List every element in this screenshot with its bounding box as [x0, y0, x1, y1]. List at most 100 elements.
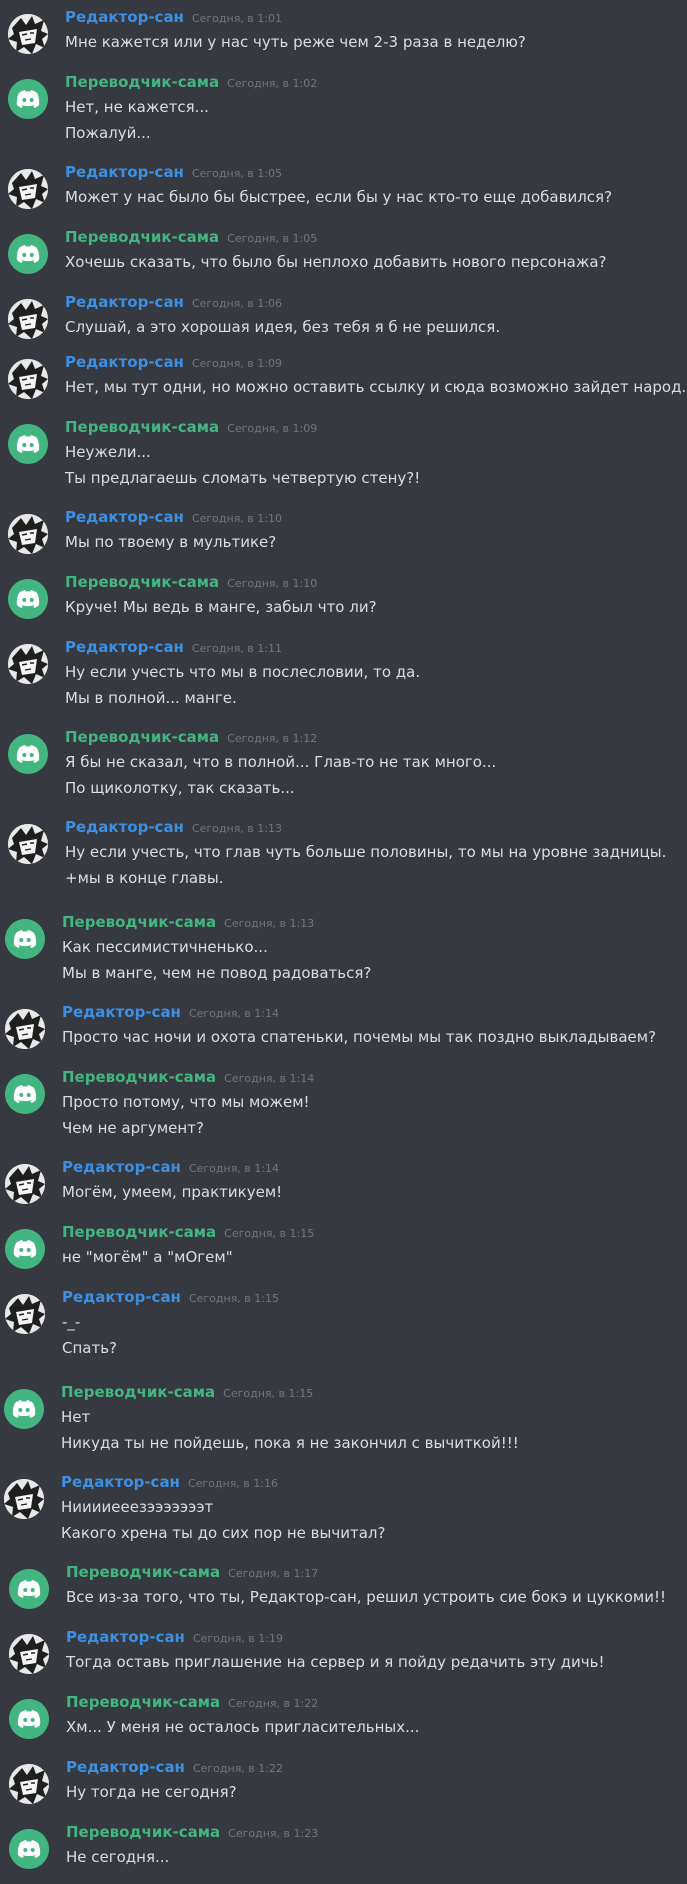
avatar-editor[interactable] [8, 514, 48, 554]
author-name[interactable]: Переводчик-сама [65, 418, 219, 436]
avatar-translator[interactable] [8, 79, 48, 119]
author-name[interactable]: Редактор-сан [65, 293, 184, 311]
avatar-translator[interactable] [5, 1229, 45, 1269]
author-name[interactable]: Переводчик-сама [66, 1563, 220, 1581]
avatar-translator[interactable] [8, 579, 48, 619]
timestamp: Сегодня, в 1:11 [191, 642, 282, 655]
author-name[interactable]: Переводчик-сама [62, 1223, 216, 1241]
message-header: Редактор-сан Сегодня, в 1:01 [65, 7, 282, 26]
avatar-editor[interactable] [5, 1164, 45, 1204]
author-name[interactable]: Переводчик-сама [66, 1693, 220, 1711]
message: Переводчик-сама Сегодня, в 1:23 Не сегодня… [0, 1820, 687, 1876]
author-name[interactable]: Переводчик-сама [62, 913, 216, 931]
avatar-editor[interactable] [8, 299, 48, 339]
avatar-translator[interactable] [5, 1074, 45, 1114]
message-header: Редактор-сан Сегодня, в 1:05 [65, 162, 282, 181]
discord-logo-icon [9, 1699, 49, 1739]
author-name[interactable]: Переводчик-сама [65, 228, 219, 246]
message-text: не "могём" а "мОгем" [62, 1248, 233, 1266]
avatar-editor[interactable] [8, 644, 48, 684]
manga-character-avatar-icon [8, 359, 48, 399]
message-text: Ну если учесть что мы в послесловии, то … [65, 663, 421, 681]
message-text: Все из-за того, что ты, Редактор-сан, ре… [66, 1588, 667, 1606]
author-name[interactable]: Переводчик-сама [61, 1383, 215, 1401]
avatar-editor[interactable] [9, 1764, 49, 1804]
avatar-translator[interactable] [9, 1829, 49, 1869]
message: Переводчик-сама Сегодня, в 1:02 Нет, не ка… [0, 70, 687, 150]
avatar-translator[interactable] [9, 1699, 49, 1739]
message-text: Может у нас было бы быстрее, если бы у н… [65, 188, 613, 206]
message-text: Неужели... [65, 443, 151, 461]
author-name[interactable]: Переводчик-сама [65, 728, 219, 746]
timestamp: Сегодня, в 1:12 [227, 732, 318, 745]
message: Редактор-сан Сегодня, в 1:14 Могём, умеем,… [0, 1155, 687, 1211]
avatar-translator[interactable] [8, 424, 48, 464]
message-text: Хочешь сказать, что было бы неплохо доба… [65, 253, 607, 271]
message-text: По щиколотку, так сказать... [65, 779, 295, 797]
author-name[interactable]: Редактор-сан [65, 353, 184, 371]
message: Переводчик-сама Сегодня, в 1:22 Хм... У ме… [0, 1690, 687, 1746]
message-header: Редактор-сан Сегодня, в 1:15 [62, 1287, 279, 1306]
author-name[interactable]: Редактор-сан [66, 1758, 185, 1776]
timestamp: Сегодня, в 1:13 [191, 822, 282, 835]
author-name[interactable]: Редактор-сан [62, 1003, 181, 1021]
message-text: Слушай, а это хорошая идея, без тебя я б… [65, 318, 501, 336]
message: Переводчик-сама Сегодня, в 1:15 не "могём"… [0, 1220, 687, 1276]
message-text: Просто час ночи и охота спатеньки, почем… [62, 1028, 657, 1046]
avatar-translator[interactable] [5, 919, 45, 959]
author-name[interactable]: Переводчик-сама [62, 1068, 216, 1086]
avatar-editor[interactable] [9, 1634, 49, 1674]
author-name[interactable]: Редактор-сан [66, 1628, 185, 1646]
avatar-translator[interactable] [8, 234, 48, 274]
message-text: Как пессимистичненько... [62, 938, 268, 956]
author-name[interactable]: Редактор-сан [65, 8, 184, 26]
author-name[interactable]: Редактор-сан [62, 1288, 181, 1306]
timestamp: Сегодня, в 1:14 [224, 1072, 315, 1085]
discord-logo-icon [5, 1074, 45, 1114]
avatar-editor[interactable] [8, 14, 48, 54]
discord-logo-icon [8, 79, 48, 119]
timestamp: Сегодня, в 1:14 [188, 1007, 279, 1020]
avatar-editor[interactable] [8, 169, 48, 209]
author-name[interactable]: Редактор-сан [62, 1158, 181, 1176]
avatar-editor[interactable] [4, 1479, 44, 1519]
manga-character-avatar-icon [8, 514, 48, 554]
author-name[interactable]: Редактор-сан [61, 1473, 180, 1491]
message: Переводчик-сама Сегодня, в 1:13 Как пессим… [0, 910, 687, 990]
message-header: Редактор-сан Сегодня, в 1:06 [65, 292, 282, 311]
author-name[interactable]: Редактор-сан [65, 163, 184, 181]
discord-logo-icon [9, 1829, 49, 1869]
author-name[interactable]: Редактор-сан [65, 508, 184, 526]
avatar-translator[interactable] [4, 1389, 44, 1429]
message-header: Редактор-сан Сегодня, в 1:14 [62, 1157, 279, 1176]
avatar-editor[interactable] [5, 1009, 45, 1049]
avatar-translator[interactable] [8, 734, 48, 774]
discord-logo-icon [8, 234, 48, 274]
manga-character-avatar-icon [5, 1294, 45, 1334]
message-text: +мы в конце главы. [65, 869, 224, 887]
author-name[interactable]: Переводчик-сама [65, 73, 219, 91]
message-text: Нет, мы тут одни, но можно оставить ссыл… [65, 378, 687, 396]
author-name[interactable]: Редактор-сан [65, 638, 184, 656]
avatar-editor[interactable] [5, 1294, 45, 1334]
avatar-editor[interactable] [8, 359, 48, 399]
message-header: Переводчик-сама Сегодня, в 1:17 [66, 1562, 318, 1581]
timestamp: Сегодня, в 1:19 [192, 1632, 283, 1645]
message-text: Ну тогда не сегодня? [66, 1783, 237, 1801]
message-header: Редактор-сан Сегодня, в 1:13 [65, 817, 282, 836]
author-name[interactable]: Редактор-сан [65, 818, 184, 836]
message-header: Переводчик-сама Сегодня, в 1:23 [66, 1822, 318, 1841]
manga-character-avatar-icon [4, 1479, 44, 1519]
avatar-editor[interactable] [8, 824, 48, 864]
message-text: Хм... У меня не осталось пригласительных… [66, 1718, 420, 1736]
author-name[interactable]: Переводчик-сама [66, 1823, 220, 1841]
timestamp: Сегодня, в 1:15 [224, 1227, 315, 1240]
avatar-translator[interactable] [9, 1569, 49, 1609]
author-name[interactable]: Переводчик-сама [65, 573, 219, 591]
message-text: Не сегодня... [66, 1848, 170, 1866]
manga-character-avatar-icon [8, 14, 48, 54]
message: Редактор-сан Сегодня, в 1:19 Тогда оставь … [0, 1625, 687, 1681]
message-header: Редактор-сан Сегодня, в 1:22 [66, 1757, 283, 1776]
discord-logo-icon [4, 1389, 44, 1429]
message-text: Нет [61, 1408, 91, 1426]
